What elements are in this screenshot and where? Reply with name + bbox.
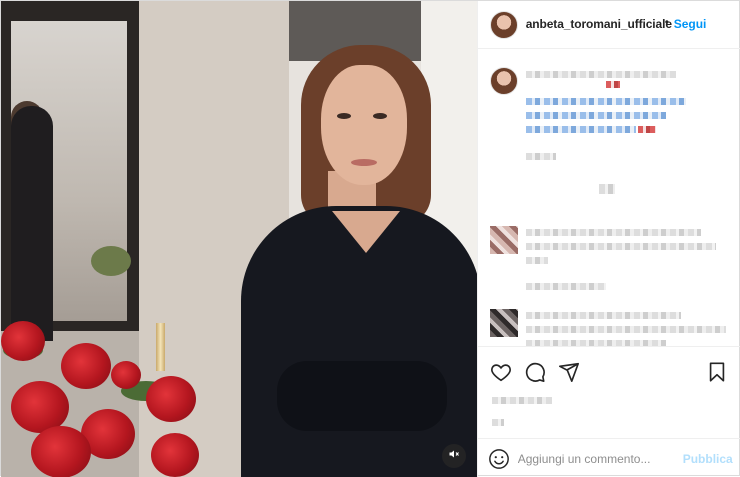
comment-button[interactable] — [524, 361, 546, 383]
person-eye — [373, 113, 387, 119]
publish-button[interactable]: Pubblica — [683, 452, 733, 466]
mirror — [11, 21, 131, 341]
person-neckline — [332, 211, 400, 253]
post-sidebar: anbeta_toromani_ufficiale • Segui Aggiun… — [476, 1, 740, 477]
comment-meta-blurred — [525, 283, 606, 290]
post-date-blurred — [491, 419, 504, 426]
smiley-icon — [488, 449, 509, 469]
paper-plane-icon — [558, 362, 579, 382]
separator-dot: • — [664, 15, 669, 29]
caption-emoji-blurred — [637, 126, 656, 133]
caption-hashtags-blurred[interactable] — [525, 98, 686, 105]
bookmark-icon — [709, 362, 724, 382]
likes-count-blurred[interactable] — [491, 397, 552, 404]
comment-text-blurred — [525, 312, 681, 319]
comment-icon — [525, 362, 545, 382]
person-lips — [351, 159, 377, 166]
emoji-button[interactable] — [488, 448, 510, 470]
avatar[interactable] — [489, 11, 518, 39]
speaker-muted-icon — [448, 447, 460, 465]
person-face — [321, 65, 407, 185]
caption-avatar[interactable] — [489, 67, 518, 95]
comment-bar: Pubblica — [477, 438, 740, 477]
share-button[interactable] — [558, 361, 580, 383]
comment-avatar[interactable] — [489, 226, 518, 254]
comment-text-blurred — [525, 243, 716, 250]
save-button[interactable] — [706, 361, 728, 383]
caption-time-blurred — [525, 153, 556, 160]
caption-hashtags-blurred[interactable] — [525, 126, 636, 133]
comment-avatar[interactable] — [489, 309, 518, 337]
comment-text-blurred — [525, 326, 726, 333]
comment-text-blurred — [525, 229, 701, 236]
caption-text-blurred — [525, 71, 676, 78]
comment-input[interactable] — [517, 448, 678, 470]
mute-button[interactable] — [442, 444, 466, 468]
action-bar — [477, 346, 740, 391]
instagram-post: anbeta_toromani_ufficiale • Segui Aggiun… — [0, 0, 740, 477]
comment-text-blurred — [525, 257, 548, 264]
rose-bouquet — [1, 321, 211, 477]
like-button[interactable] — [490, 361, 512, 383]
post-header: anbeta_toromani_ufficiale • Segui — [477, 1, 740, 49]
caption-emoji-blurred — [605, 81, 620, 88]
heart-icon — [490, 364, 511, 382]
post-video[interactable] — [1, 1, 477, 477]
caption-hashtags-blurred[interactable] — [525, 112, 666, 119]
username-link[interactable]: anbeta_toromani_ufficiale — [526, 17, 672, 31]
load-more-comments-blurred[interactable] — [598, 184, 615, 194]
follow-button[interactable]: Segui — [674, 17, 707, 31]
person-eye — [337, 113, 351, 119]
crossed-arms — [277, 361, 447, 431]
